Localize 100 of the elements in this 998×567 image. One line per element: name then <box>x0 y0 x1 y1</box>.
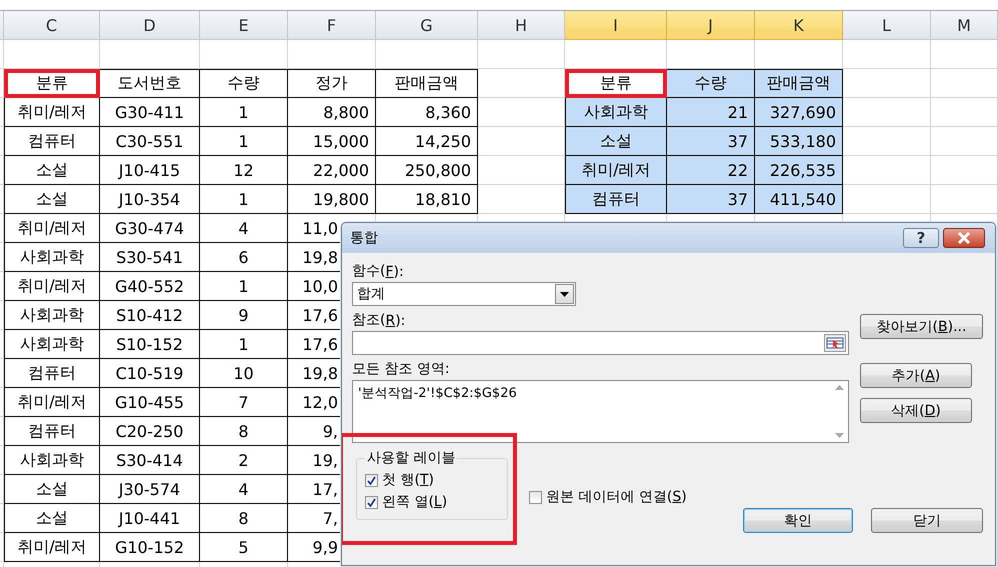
table-cell[interactable]: 8,800 <box>288 98 376 127</box>
table-cell[interactable]: 19,800 <box>288 185 376 214</box>
table-cell[interactable]: C30-551 <box>100 127 200 156</box>
table-cell[interactable]: 10 <box>200 359 288 388</box>
column-header[interactable]: K <box>755 11 843 40</box>
table-cell[interactable]: 도서번호 <box>100 69 200 98</box>
table-cell[interactable]: 1 <box>200 98 288 127</box>
table-cell[interactable]: 327,690 <box>755 98 843 127</box>
table-cell[interactable]: 4 <box>200 214 288 243</box>
table-cell[interactable]: 취미/레저 <box>4 388 100 417</box>
table-cell[interactable]: 사회과학 <box>4 243 100 272</box>
help-button[interactable]: ? <box>903 228 939 248</box>
table-cell[interactable]: S10-152 <box>100 330 200 359</box>
table-cell[interactable]: 8 <box>200 417 288 446</box>
column-header[interactable]: M <box>931 11 998 40</box>
table-cell[interactable]: 226,535 <box>755 156 843 185</box>
checkbox-label[interactable]: 원본 데이터에 연결(S) <box>546 488 687 506</box>
table-cell[interactable]: G10-152 <box>100 533 200 562</box>
column-header[interactable]: I <box>565 11 667 40</box>
table-cell[interactable]: 37 <box>667 185 755 214</box>
table-cell[interactable]: S10-412 <box>100 301 200 330</box>
table-cell[interactable]: 8 <box>200 504 288 533</box>
references-list[interactable]: '분석작업-2'!$C$2:$G$26 <box>352 380 849 443</box>
table-cell[interactable]: S30-414 <box>100 446 200 475</box>
table-cell[interactable]: 1 <box>200 185 288 214</box>
field-label: 함수(F): <box>352 262 405 280</box>
table-cell[interactable]: 판매금액 <box>755 69 843 98</box>
close-button[interactable]: 닫기 <box>871 508 983 533</box>
table-cell[interactable]: 18,810 <box>376 185 478 214</box>
table-cell[interactable]: J10-354 <box>100 185 200 214</box>
table-cell[interactable]: 취미/레저 <box>565 156 667 185</box>
table-cell[interactable]: 9 <box>200 301 288 330</box>
table-cell[interactable]: 250,800 <box>376 156 478 185</box>
table-cell[interactable]: 4 <box>200 475 288 504</box>
table-cell[interactable]: 사회과학 <box>565 98 667 127</box>
table-cell[interactable]: 22,000 <box>288 156 376 185</box>
table-cell[interactable]: 12 <box>200 156 288 185</box>
delete-button[interactable]: 삭제(D) <box>860 398 972 423</box>
table-cell[interactable]: 5 <box>200 533 288 562</box>
table-cell[interactable]: G30-474 <box>100 214 200 243</box>
column-header[interactable]: G <box>376 11 478 40</box>
add-button[interactable]: 추가(A) <box>860 363 972 388</box>
table-cell[interactable]: 소설 <box>4 475 100 504</box>
table-cell[interactable]: G40-552 <box>100 272 200 301</box>
table-cell[interactable]: 사회과학 <box>4 301 100 330</box>
column-header[interactable]: H <box>478 11 565 40</box>
table-cell[interactable]: 411,540 <box>755 185 843 214</box>
table-cell[interactable]: 컴퓨터 <box>4 417 100 446</box>
table-cell[interactable]: 533,180 <box>755 127 843 156</box>
table-cell[interactable]: 8,360 <box>376 98 478 127</box>
table-cell[interactable]: 컴퓨터 <box>4 127 100 156</box>
column-header[interactable]: C <box>4 11 100 40</box>
column-header[interactable]: J <box>667 11 755 40</box>
table-cell[interactable]: 소설 <box>4 504 100 533</box>
table-cell[interactable]: 취미/레저 <box>4 272 100 301</box>
table-cell[interactable]: 2 <box>200 446 288 475</box>
column-header[interactable]: E <box>200 11 288 40</box>
table-cell[interactable]: 수량 <box>667 69 755 98</box>
column-header[interactable]: D <box>100 11 200 40</box>
table-cell[interactable]: 사회과학 <box>4 330 100 359</box>
table-cell[interactable]: 1 <box>200 272 288 301</box>
table-cell[interactable]: G10-455 <box>100 388 200 417</box>
table-cell[interactable]: 판매금액 <box>376 69 478 98</box>
group-title: 사용할 레이블 <box>366 449 456 467</box>
table-cell[interactable]: 7 <box>200 388 288 417</box>
table-cell[interactable]: 취미/레저 <box>4 533 100 562</box>
browse-button[interactable]: 찾아보기(B)... <box>860 314 983 339</box>
table-cell[interactable]: 6 <box>200 243 288 272</box>
table-cell[interactable]: 1 <box>200 330 288 359</box>
list-item[interactable]: '분석작업-2'!$C$2:$G$26 <box>358 384 826 402</box>
table-cell[interactable]: 소설 <box>4 185 100 214</box>
table-cell[interactable]: 취미/레저 <box>4 214 100 243</box>
table-cell[interactable]: J30-574 <box>100 475 200 504</box>
table-cell[interactable]: S30-541 <box>100 243 200 272</box>
ok-button[interactable]: 확인 <box>743 508 853 533</box>
checkbox-label[interactable]: 왼쪽 열(L) <box>382 493 448 511</box>
table-cell[interactable]: 14,250 <box>376 127 478 156</box>
table-cell[interactable]: 정가 <box>288 69 376 98</box>
table-cell[interactable]: C20-250 <box>100 417 200 446</box>
table-cell[interactable]: 사회과학 <box>4 446 100 475</box>
table-cell[interactable]: 1 <box>200 127 288 156</box>
column-header[interactable]: F <box>288 11 376 40</box>
table-cell[interactable]: 37 <box>667 127 755 156</box>
table-cell[interactable]: 소설 <box>4 156 100 185</box>
table-cell[interactable]: 컴퓨터 <box>565 185 667 214</box>
table-cell[interactable]: J10-415 <box>100 156 200 185</box>
table-cell[interactable]: 취미/레저 <box>4 98 100 127</box>
table-cell[interactable]: 22 <box>667 156 755 185</box>
function-dropdown[interactable]: 합계 <box>352 282 576 306</box>
table-cell[interactable]: C10-519 <box>100 359 200 388</box>
table-cell[interactable]: 컴퓨터 <box>4 359 100 388</box>
table-cell[interactable]: G30-411 <box>100 98 200 127</box>
field-label: 모든 참조 영역: <box>352 360 451 378</box>
table-cell[interactable]: 15,000 <box>288 127 376 156</box>
table-cell[interactable]: 소설 <box>565 127 667 156</box>
table-cell[interactable]: 수량 <box>200 69 288 98</box>
column-header[interactable]: L <box>843 11 931 40</box>
table-cell[interactable]: J10-441 <box>100 504 200 533</box>
checkbox-label[interactable]: 첫 행(T) <box>382 471 434 489</box>
table-cell[interactable]: 21 <box>667 98 755 127</box>
